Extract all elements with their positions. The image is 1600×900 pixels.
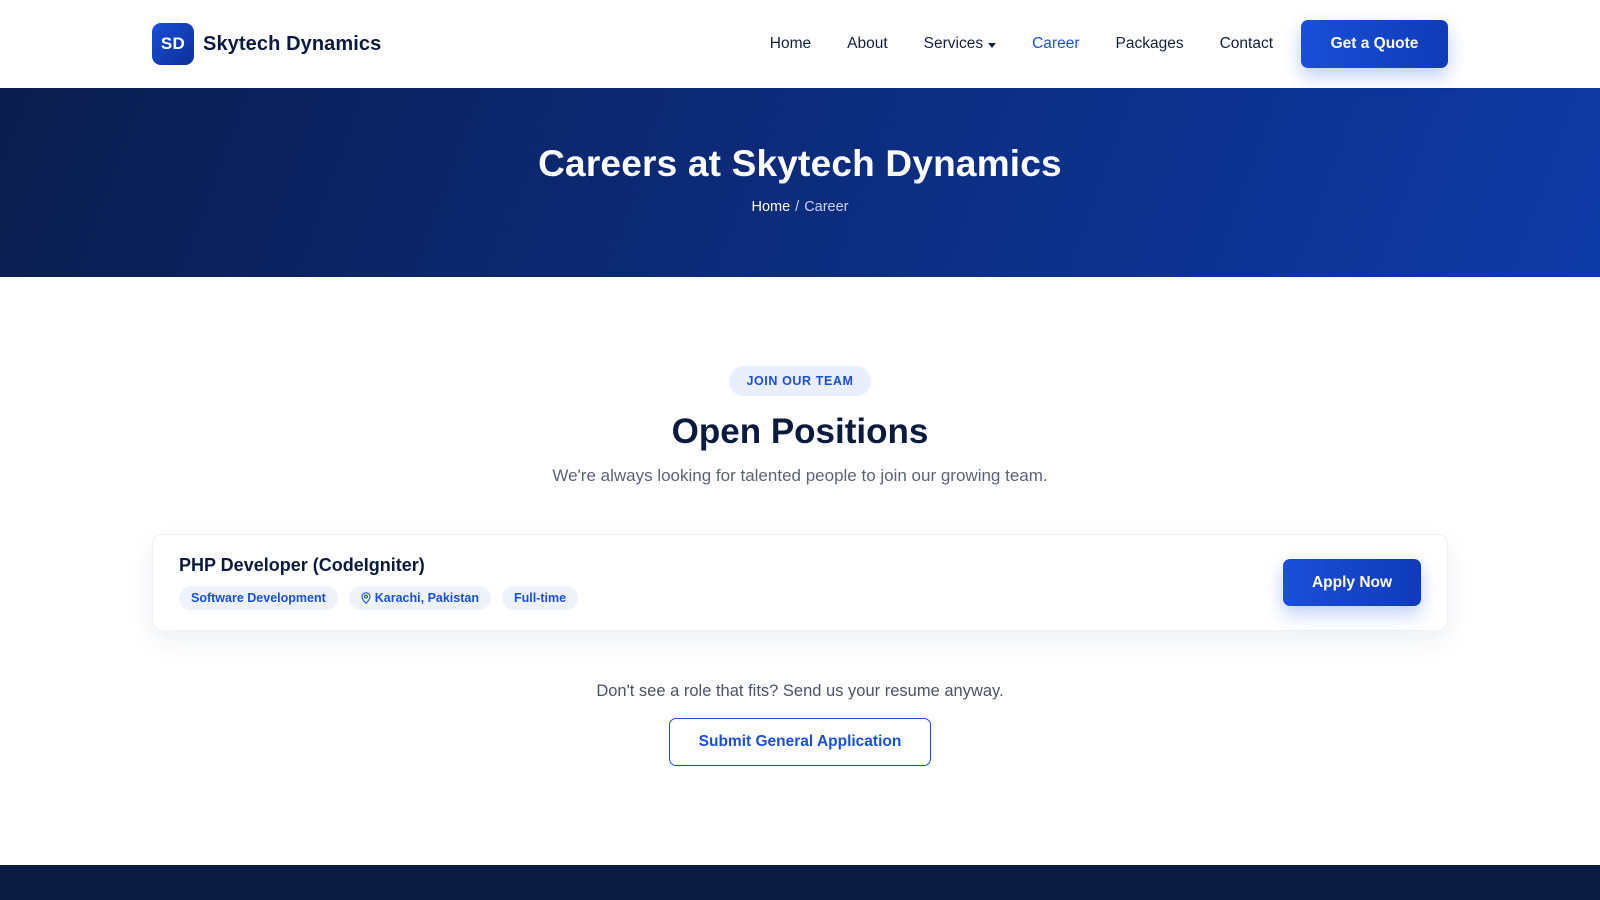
job-info: PHP Developer (CodeIgniter) Software Dev… [179,555,579,610]
section-badge: JOIN OUR TEAM [729,366,871,396]
section-title: Open Positions [671,412,929,451]
nav-packages[interactable]: Packages [1116,35,1184,53]
breadcrumb-separator: / [795,198,800,215]
job-department-tag: Software Development [179,586,338,610]
nav-contact[interactable]: Contact [1220,35,1273,53]
main-nav: Home About Services Career Packages Cont… [770,20,1448,68]
chevron-down-icon [988,42,997,48]
page-title: Careers at Skytech Dynamics [538,142,1062,184]
job-tags: Software Development Karachi, Pakistan F… [179,586,579,610]
breadcrumb-current: Career [804,198,849,215]
footer [0,865,1600,900]
nav-about[interactable]: About [847,35,888,53]
submit-general-application-button[interactable]: Submit General Application [669,718,931,766]
apply-now-button[interactable]: Apply Now [1283,559,1421,606]
breadcrumb-home[interactable]: Home [751,199,790,215]
nav-services-label: Services [923,35,984,52]
page-hero: Careers at Skytech Dynamics Home / Caree… [0,88,1600,277]
nav-career[interactable]: Career [1032,35,1079,53]
breadcrumb: Home / Career [751,199,848,215]
brand-logo[interactable]: SD [152,23,194,65]
job-type-tag: Full-time [501,586,579,610]
nav-services[interactable]: Services [923,35,997,53]
nav-home[interactable]: Home [770,35,811,53]
brand[interactable]: SD Skytech Dynamics [152,23,381,65]
positions-section: JOIN OUR TEAM Open Positions We're alway… [0,277,1600,766]
general-application-text: Don't see a role that fits? Send us your… [596,682,1004,700]
brand-name[interactable]: Skytech Dynamics [203,33,381,56]
site-header: SD Skytech Dynamics Home About Services … [0,0,1600,88]
get-quote-button[interactable]: Get a Quote [1301,20,1448,68]
job-title: PHP Developer (CodeIgniter) [179,555,425,575]
job-location-label: Karachi, Pakistan [374,591,479,605]
job-location-tag: Karachi, Pakistan [348,586,491,610]
section-subtitle: We're always looking for talented people… [552,466,1048,485]
job-card: PHP Developer (CodeIgniter) Software Dev… [152,534,1448,631]
map-pin-icon [361,592,371,604]
